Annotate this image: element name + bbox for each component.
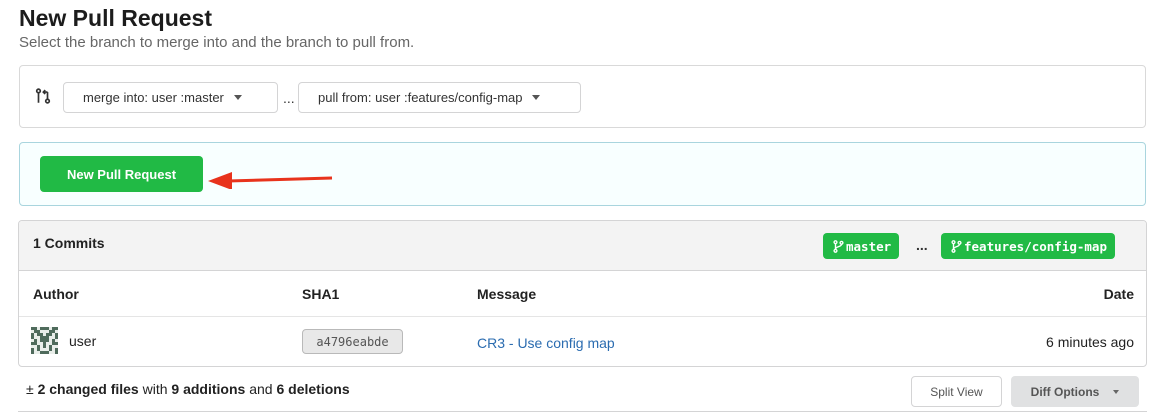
pull-request-compare-icon	[35, 88, 51, 104]
table-header: Author SHA1 Message Date	[19, 271, 1146, 317]
dropdown-caret-icon	[532, 95, 541, 100]
additions-count: 9 additions	[171, 381, 246, 397]
commits-count: 1 Commits	[33, 235, 105, 251]
split-view-button[interactable]: Split View	[911, 376, 1002, 407]
merge-into-label: merge into: user :master	[83, 90, 224, 105]
branch-icon	[833, 239, 844, 253]
commits-header: 1 Commits master ... features/config-map	[19, 221, 1146, 271]
column-sha: SHA1	[302, 286, 340, 302]
column-author: Author	[33, 286, 79, 302]
changed-files-count: 2 changed files	[37, 381, 139, 397]
table-row: user a4796eabde CR3 - Use config map 6 m…	[19, 317, 1146, 366]
base-branch-name: master	[846, 238, 892, 254]
dropdown-caret-icon	[1113, 389, 1120, 394]
branch-separator: ...	[916, 237, 928, 253]
base-branch-label[interactable]: master	[823, 233, 900, 259]
page-subtitle: Select the branch to merge into and the …	[19, 34, 415, 51]
commit-message-link[interactable]: CR3 - Use config map	[477, 335, 615, 351]
commit-date: 6 minutes ago	[1046, 334, 1134, 350]
diff-options-button[interactable]: Diff Options	[1011, 376, 1139, 407]
annotation-arrow-icon	[208, 172, 333, 189]
column-message: Message	[477, 286, 537, 302]
avatar[interactable]	[31, 327, 58, 354]
diff-stats-text: and	[245, 381, 277, 397]
branch-compare-panel: merge into: user :master ... pull from: …	[19, 65, 1146, 128]
merge-into-branch-select[interactable]: merge into: user :master	[63, 82, 278, 113]
commit-sha-button[interactable]: a4796eabde	[302, 329, 403, 354]
create-pull-request-panel: New Pull Request	[19, 142, 1146, 206]
branch-icon	[951, 239, 962, 253]
new-pull-request-button[interactable]: New Pull Request	[40, 156, 203, 192]
diff-options-label: Diff Options	[1030, 384, 1100, 399]
diff-summary-bar: ± 2 changed files with 9 additions and 6…	[18, 368, 1147, 412]
plus-minus-icon: ±	[26, 381, 34, 397]
deletions-count: 6 deletions	[276, 381, 350, 397]
page-title: New Pull Request	[19, 5, 212, 31]
diff-stats: ± 2 changed files with 9 additions and 6…	[26, 381, 350, 397]
compare-separator: ...	[283, 90, 295, 106]
head-branch-label[interactable]: features/config-map	[941, 233, 1115, 259]
pull-from-branch-select[interactable]: pull from: user :features/config-map	[298, 82, 581, 113]
diff-stats-text: with	[138, 381, 172, 397]
pull-from-label: pull from: user :features/config-map	[318, 90, 523, 105]
commits-table: 1 Commits master ... features/config-map…	[18, 220, 1147, 367]
column-date: Date	[1103, 286, 1134, 302]
commit-author[interactable]: user	[69, 333, 96, 349]
dropdown-caret-icon	[233, 95, 242, 100]
head-branch-name: features/config-map	[964, 238, 1107, 254]
